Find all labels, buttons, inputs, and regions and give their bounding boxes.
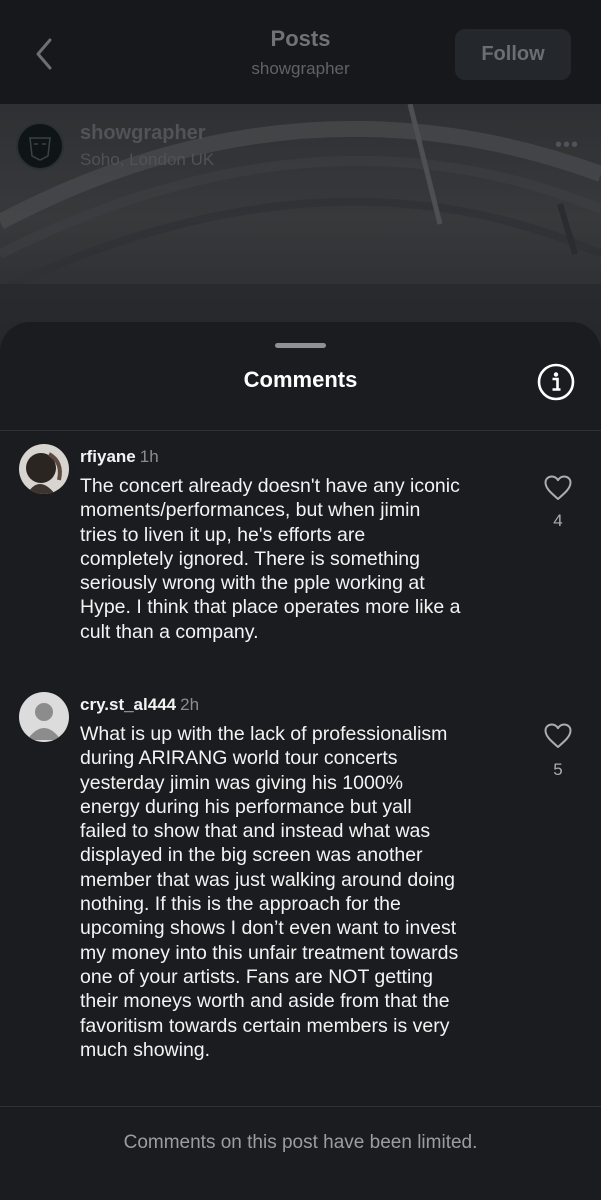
comment-text: What is up with the lack of professional… — [80, 722, 520, 1062]
comment-line: energy during his performance but yall — [80, 795, 412, 818]
comment-line: What is up with the lack of professional… — [80, 723, 448, 745]
comments-limited-notice: Comments on this post have been limited. — [123, 1132, 478, 1153]
comment-timestamp: 2h — [180, 695, 200, 714]
sheet-title: Comments — [243, 367, 358, 392]
post-location[interactable]: Soho, London UK — [80, 150, 214, 170]
comment-line: cult than a company. — [80, 620, 259, 643]
post-author-avatar[interactable] — [16, 122, 64, 170]
comment-line: one of your artists. Fans are NOT gettin… — [80, 965, 433, 988]
avatar-mask-icon — [29, 137, 51, 161]
like-button[interactable] — [544, 723, 572, 749]
sheet-header-divider — [0, 430, 601, 431]
sheet-grabber[interactable] — [275, 343, 326, 348]
info-button[interactable] — [536, 362, 576, 402]
comment-line: moments/performances, but when jimin — [80, 499, 421, 522]
comment-line: yesterday jimin was giving his 1000% — [80, 771, 403, 794]
comment-line: their moneys worth and aside from that t… — [80, 990, 450, 1013]
like-count: 5 — [553, 760, 563, 779]
post-author-username[interactable]: showgrapher — [80, 122, 206, 145]
comment-text: The concert already doesn't have any ico… — [80, 474, 520, 644]
commenter-username[interactable]: rfiyane — [80, 447, 136, 466]
like-count: 4 — [553, 511, 563, 530]
info-icon — [537, 363, 575, 401]
comment-line: failed to show that and instead what was — [80, 820, 431, 843]
more-options-button[interactable]: ••• — [555, 134, 579, 157]
comment-line: much showing. — [80, 1038, 211, 1061]
comment-line: displayed in the big screen was another — [80, 844, 423, 867]
comment-line: during ARIRANG world tour concerts — [80, 747, 398, 770]
comment-line: my money into this unfair treatment towa… — [80, 941, 459, 964]
commenter-avatar[interactable] — [19, 692, 69, 742]
follow-button[interactable]: Follow — [455, 29, 571, 80]
like-button[interactable] — [544, 475, 572, 501]
footer-divider — [0, 1106, 601, 1107]
comment-line: seriously wrong with the pple working at — [80, 572, 425, 595]
comment-line: favoritism towards certain members is ve… — [80, 1014, 450, 1037]
comment-line: nothing. If this is the approach for the — [80, 893, 401, 916]
comment-line: upcoming shows I don’t even want to inve… — [80, 917, 457, 940]
comment-line: The concert already doesn't have any ico… — [80, 475, 460, 497]
comment-line: Hype. I think that place operates more l… — [80, 596, 461, 619]
comment-line: tries to liven it up, he's efforts are — [80, 523, 366, 546]
heart-outline-icon — [544, 475, 572, 500]
comment-line: member that was just walking around doin… — [80, 868, 456, 891]
comment-timestamp: 1h — [139, 447, 159, 466]
heart-outline-icon — [544, 723, 572, 748]
comment-line: completely ignored. There is something — [80, 547, 420, 570]
commenter-avatar[interactable] — [19, 444, 69, 494]
commenter-username[interactable]: cry.st_al444 — [80, 695, 176, 714]
person-icon — [19, 692, 69, 742]
profile-photo-icon — [19, 444, 69, 494]
top-navigation-bar: Posts showgrapher Follow — [0, 0, 601, 104]
